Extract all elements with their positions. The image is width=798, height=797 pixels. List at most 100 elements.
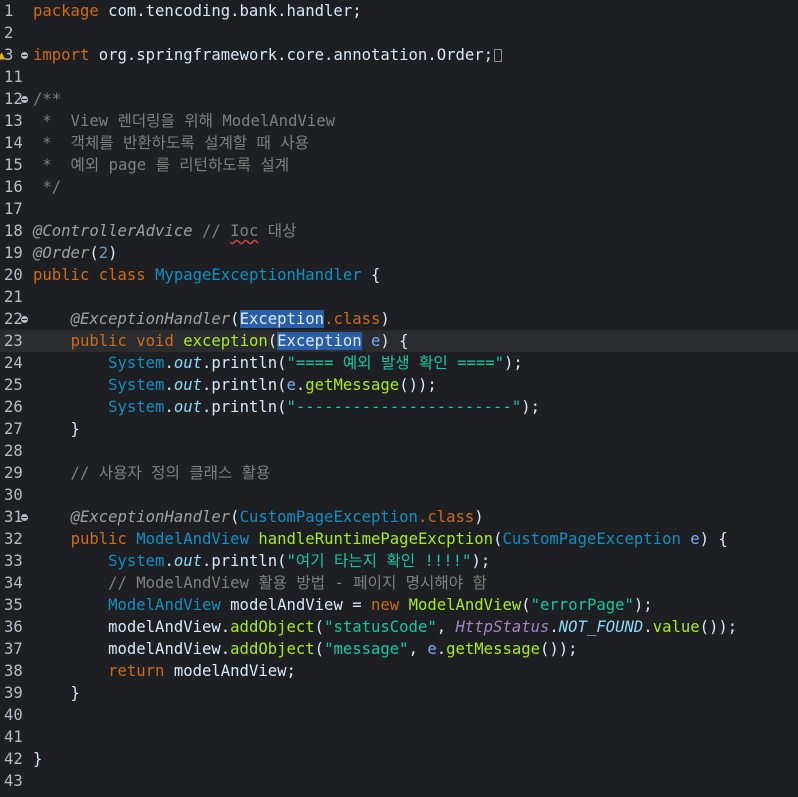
line-code: public class MypageExceptionHandler { — [33, 264, 380, 286]
type-token: System — [108, 552, 165, 570]
line-gutter: 36 — [0, 616, 32, 638]
code-line[interactable]: 1 package com.tencoding.bank.handler; — [0, 0, 798, 22]
line-number: 38 — [4, 662, 23, 680]
line-number: 14 — [4, 134, 23, 152]
code-line[interactable]: 39 } — [0, 682, 798, 704]
line-code: @ExceptionHandler(CustomPageException.cl… — [33, 506, 484, 528]
type-token: CustomPageException — [502, 530, 681, 548]
line-gutter: 17 — [0, 198, 32, 220]
code-token: modelAndView; — [164, 662, 296, 680]
code-line[interactable]: 17 — [0, 198, 798, 220]
code-line[interactable]: 20 public class MypageExceptionHandler { — [0, 264, 798, 286]
code-line[interactable]: 19 @Order(2) — [0, 242, 798, 264]
code-token: ) { — [699, 530, 728, 548]
keyword-token: .class — [324, 310, 381, 328]
line-gutter: 22 — [0, 308, 32, 330]
code-token: org.springframework.core.annotation.Orde… — [89, 46, 494, 64]
line-gutter: 28 — [0, 440, 32, 462]
code-token: } — [33, 750, 43, 768]
line-code: } — [33, 682, 80, 704]
code-line[interactable]: 35 ModelAndView modelAndView = new Model… — [0, 594, 798, 616]
line-gutter: 35 — [0, 594, 32, 616]
code-line[interactable]: 26 System.out.println("-----------------… — [0, 396, 798, 418]
code-line[interactable]: 11 — [0, 66, 798, 88]
comment-token: * 예외 page 를 리턴하도록 설계 — [33, 156, 290, 174]
line-number: 42 — [4, 750, 23, 768]
line-code: // ModelAndView 활용 방법 - 페이지 명시해야 함 — [33, 572, 487, 594]
line-code: modelAndView.addObject("message", e.getM… — [33, 638, 577, 660]
code-line[interactable]: 38 return modelAndView; — [0, 660, 798, 682]
code-line[interactable]: 18 @ControllerAdvice // Ioc 대상 — [0, 220, 798, 242]
code-line[interactable]: 30 — [0, 484, 798, 506]
code-line[interactable]: 14 * 객체를 반환하도록 설계할 때 사용 — [0, 132, 798, 154]
type-token: ModelAndView — [108, 596, 221, 614]
code-token: . — [220, 618, 231, 636]
code-token: ) — [380, 310, 390, 328]
line-code: } — [33, 418, 80, 440]
line-gutter: 41 — [0, 726, 32, 748]
line-gutter: 40 — [0, 704, 32, 726]
line-code: @Order(2) — [33, 242, 118, 264]
code-line[interactable]: 22 @ExceptionHandler(Exception.class) — [0, 308, 798, 330]
type-token: System — [108, 354, 165, 372]
fold-minus-icon[interactable] — [21, 316, 28, 323]
code-line[interactable]: 36 modelAndView.addObject("statusCode", … — [0, 616, 798, 638]
line-gutter: 34 — [0, 572, 32, 594]
code-line[interactable]: 43 — [0, 770, 798, 792]
fold-minus-icon[interactable] — [21, 52, 28, 59]
code-line[interactable]: 37 modelAndView.addObject("message", e.g… — [0, 638, 798, 660]
line-number: 12 — [4, 90, 23, 108]
code-token: . — [436, 640, 447, 658]
line-number: 25 — [4, 376, 23, 394]
code-line[interactable]: 31 @ExceptionHandler(CustomPageException… — [0, 506, 798, 528]
code-line[interactable]: 16 */ — [0, 176, 798, 198]
line-gutter: 32 — [0, 528, 32, 550]
line-gutter: 20 — [0, 264, 32, 286]
code-line[interactable]: 27 } — [0, 418, 798, 440]
line-gutter: 37 — [0, 638, 32, 660]
line-number: 39 — [4, 684, 23, 702]
line-code: import org.springframework.core.annotati… — [33, 44, 503, 66]
line-gutter: 39 — [0, 682, 32, 704]
comment-token: // 사용자 정의 클래스 활용 — [33, 464, 271, 482]
code-line[interactable]: 42} — [0, 748, 798, 770]
comment-token: // — [192, 222, 231, 240]
fold-minus-icon[interactable] — [21, 514, 28, 521]
line-gutter: 2 — [0, 22, 32, 44]
field-token: out — [173, 398, 203, 416]
comment-token: /** — [33, 90, 62, 108]
code-line[interactable]: 25 System.out.println(e.getMessage()); — [0, 374, 798, 396]
code-line[interactable]: 28 — [0, 440, 798, 462]
code-line-current[interactable]: 23 public void exception(Exception e) { — [0, 330, 798, 352]
collapsed-imports-marker[interactable] — [494, 49, 503, 62]
code-line[interactable]: 2 — [0, 22, 798, 44]
code-line[interactable]: 32 public ModelAndView handleRuntimePage… — [0, 528, 798, 550]
code-token: = — [342, 596, 372, 614]
fold-minus-icon[interactable] — [21, 96, 28, 103]
type-token: CustomPageException — [239, 508, 418, 526]
code-line[interactable]: ▲ 3 import org.springframework.core.annota… — [0, 44, 798, 66]
line-number: 19 — [4, 244, 23, 262]
code-line[interactable]: 33 System.out.println("여기 타는지 확인 !!!!"); — [0, 550, 798, 572]
code-line[interactable]: 24 System.out.println("==== 예외 발생 확인 ===… — [0, 352, 798, 374]
code-editor[interactable]: 1 package com.tencoding.bank.handler; 2 ▲ 3 i… — [0, 0, 798, 797]
code-line[interactable]: 40 — [0, 704, 798, 726]
code-line[interactable]: 34 // ModelAndView 활용 방법 - 페이지 명시해야 함 — [0, 572, 798, 594]
code-line[interactable]: 12 /** — [0, 88, 798, 110]
code-line[interactable]: 15 * 예외 page 를 리턴하도록 설계 — [0, 154, 798, 176]
code-token: modelAndView — [230, 596, 343, 614]
code-line[interactable]: 21 — [0, 286, 798, 308]
code-token: { — [361, 266, 381, 284]
line-gutter: 29 — [0, 462, 32, 484]
code-line[interactable]: 13 * View 렌더링을 위해 ModelAndView — [0, 110, 798, 132]
field-token: out — [173, 354, 203, 372]
code-line[interactable]: 41 — [0, 726, 798, 748]
code-line[interactable]: 29 // 사용자 정의 클래스 활용 — [0, 462, 798, 484]
